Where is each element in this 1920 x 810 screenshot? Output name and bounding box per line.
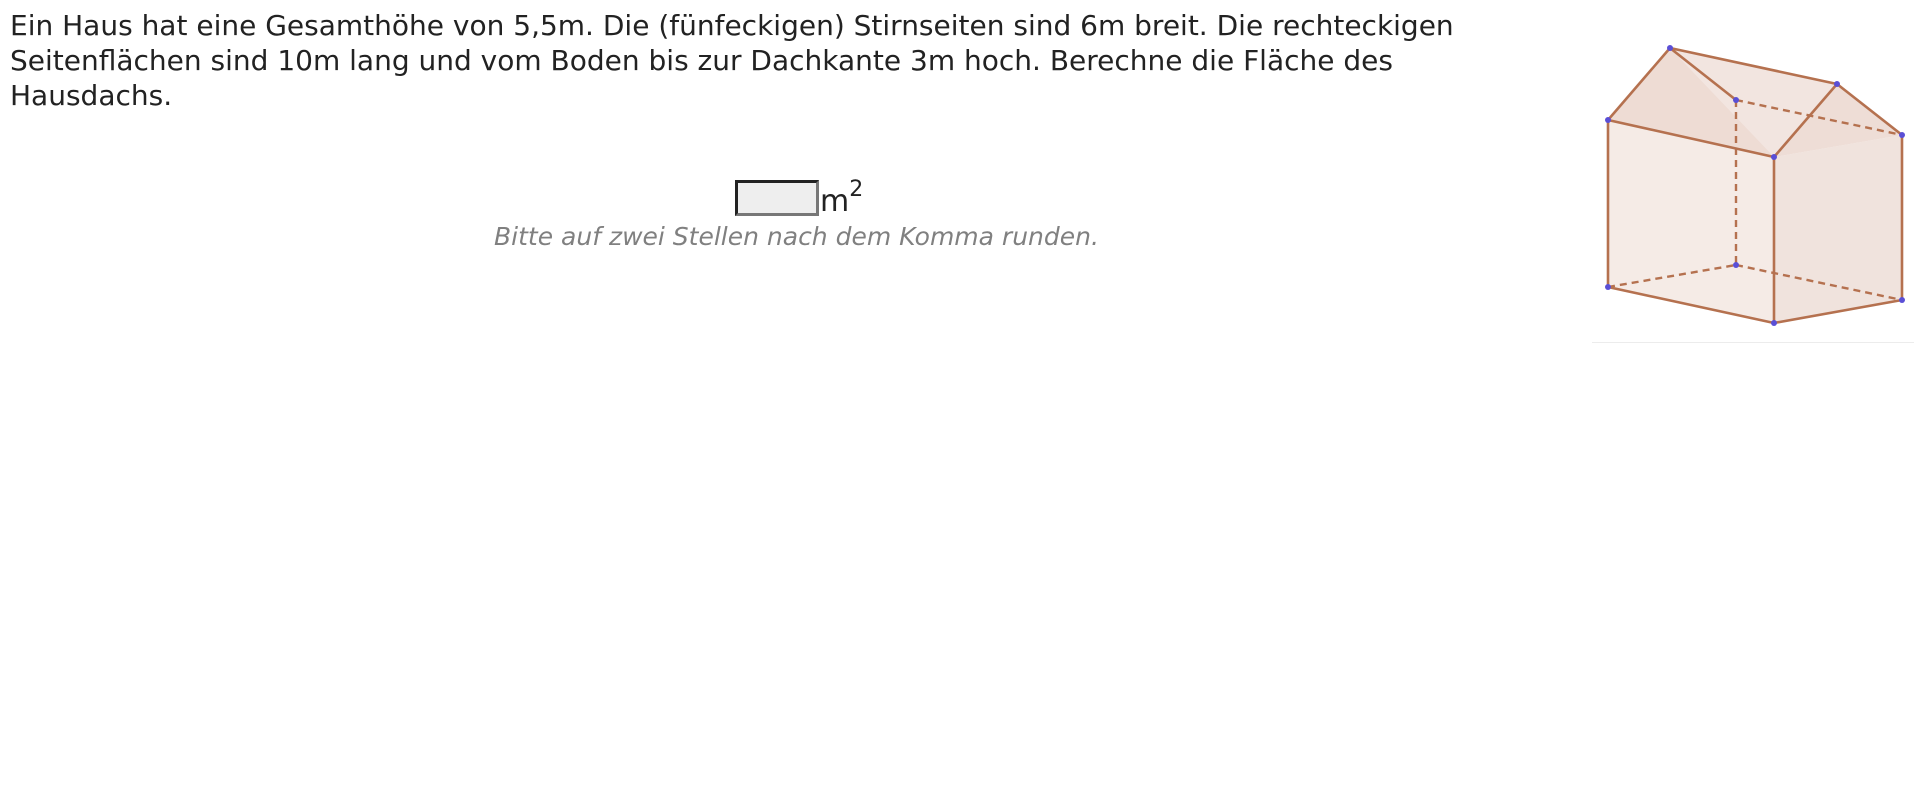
answer-input[interactable] [735,180,819,216]
vertex-point [1834,81,1840,87]
unit-exponent: 2 [849,177,864,202]
vertex-point [1667,45,1673,51]
vertex-point [1605,284,1611,290]
vertex-point [1733,262,1739,268]
question-text: Ein Haus hat eine Gesamthöhe von 5,5m. D… [10,9,1454,112]
vertex-point [1733,97,1739,103]
unit-base: m [820,184,850,219]
vertex-point [1771,320,1777,326]
vertex-point [1899,297,1905,303]
vertex-point [1605,117,1611,123]
vertex-point [1771,154,1777,160]
house-figure [1592,30,1914,343]
answer-row: m2 [735,176,863,220]
rounding-hint: Bitte auf zwei Stellen nach dem Komma ru… [494,222,1099,251]
house-prism-icon [1605,45,1905,326]
unit-label: m2 [820,176,863,220]
vertex-point [1899,132,1905,138]
